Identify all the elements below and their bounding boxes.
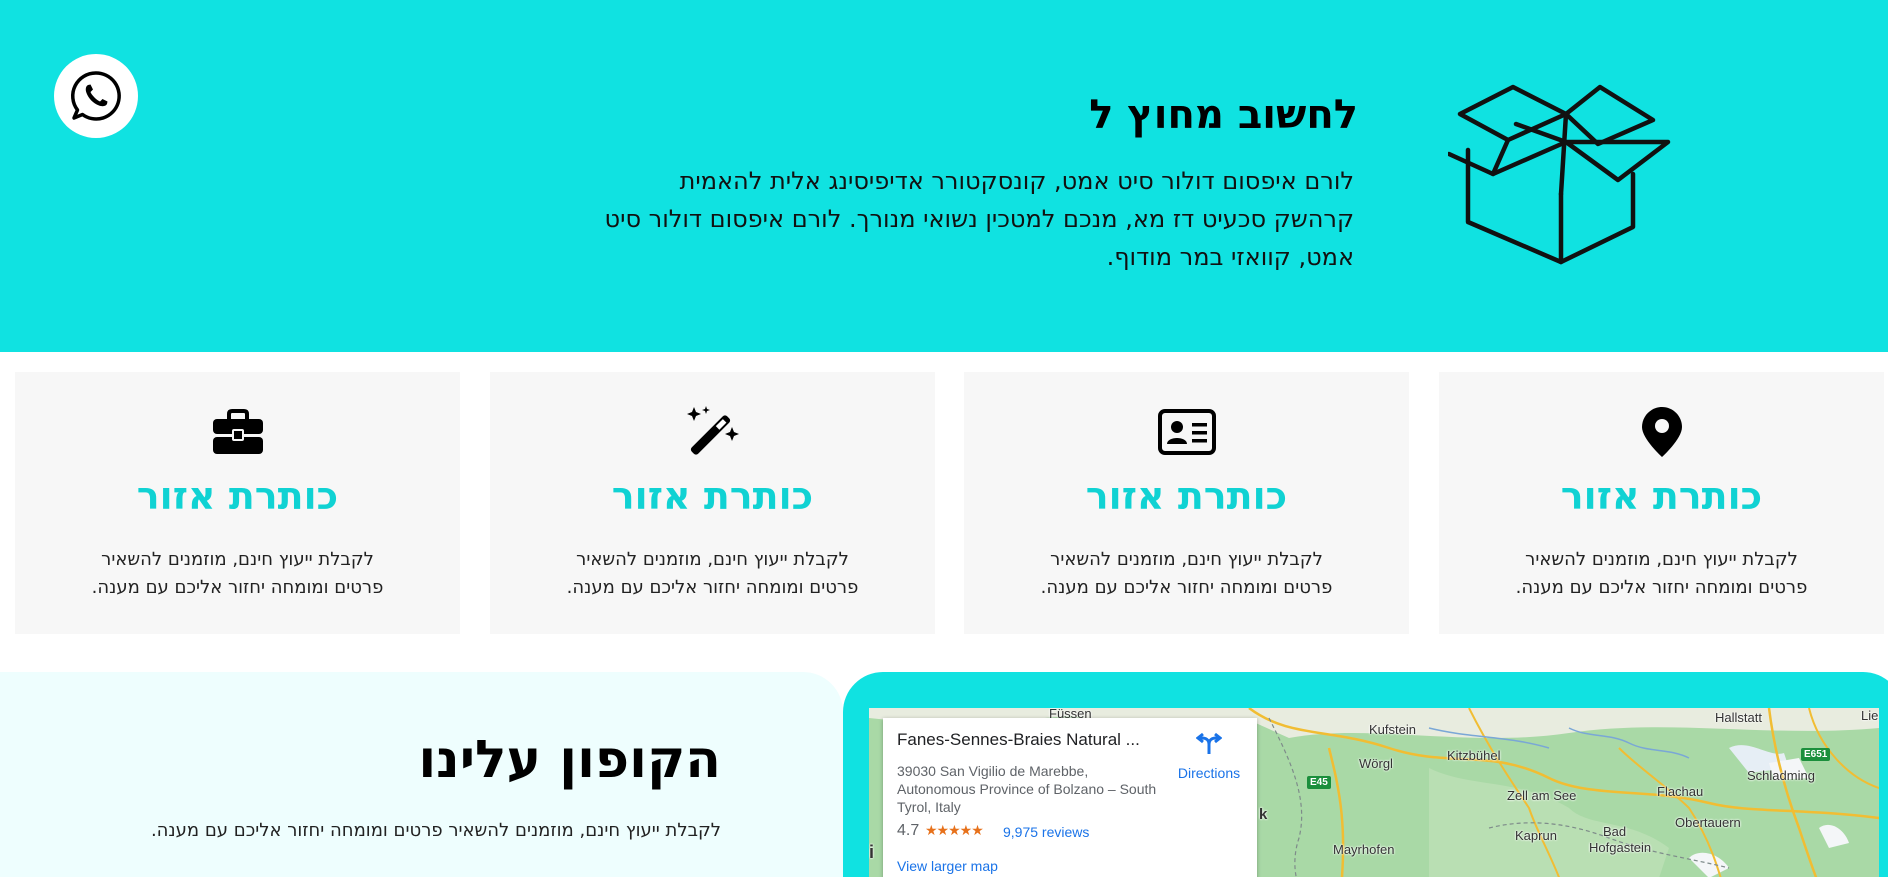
feature-text: לקבלת ייעוץ חינם, מוזמנים להשאיר פרטים ו… [1515,549,1808,598]
map-label: k [1259,806,1268,823]
feature-title: כותרת אזור [1560,474,1763,518]
hero-description: לורם איפסום דולור סיט אמט, קונסקטורר אדי… [604,167,1354,271]
directions-label: Directions [1177,765,1241,781]
whatsapp-button[interactable] [54,54,138,138]
map-label: Flachau [1657,784,1704,799]
place-name: Fanes-Sennes-Braies Natural ... [897,730,1140,749]
map-info-card: Fanes-Sennes-Braies Natural ... 39030 Sa… [883,718,1257,877]
reviews-link[interactable]: 9,975 reviews [1003,824,1089,840]
whatsapp-icon [71,71,121,121]
feature-title: כותרת אזור [1085,474,1288,518]
magic-wand-icon [686,406,739,455]
map-label: Kufstein [1369,722,1416,737]
feature-card: כותרת אזור לקבלת ייעוץ חינם, מוזמנים להש… [15,372,460,634]
directions-icon [1195,732,1223,754]
open-box-icon [1448,84,1671,265]
map-label: Obertauern [1675,815,1741,830]
hero-title: לחשוב מחוץ ל [1089,92,1358,138]
map-pin-icon [1641,407,1682,457]
feature-card: כותרת אזור לקבלת ייעוץ חינם, מוזמנים להש… [490,372,935,634]
feature-card: כותרת אזור לקבלת ייעוץ חינם, מוזמנים להש… [964,372,1409,634]
map-label: Kitzbühel [1447,748,1501,763]
place-address: 39030 San Vigilio de Marebbe, Autonomous… [897,763,1157,815]
google-map[interactable]: Füssen Kufstein Wörgl Kitzbühel Hallstat… [869,708,1879,877]
feature-title: כותרת אזור [611,474,814,518]
map-label: Mayrhofen [1333,842,1395,857]
map-section: Füssen Kufstein Wörgl Kitzbühel Hallstat… [843,672,1888,877]
coupon-text: לקבלת ייעוץ חינם, מוזמנים להשאיר פרטים ו… [150,820,721,841]
page: לחשוב מחוץ ל לורם איפסום דולור סיט אמט, … [0,0,1888,877]
rating-stars-icon: ★★★★★ [925,822,984,838]
map-label: Hallstatt [1715,710,1762,725]
map-label: Zell am See [1507,788,1577,803]
map-label: Lie [1861,708,1879,723]
place-rating: 4.7 [897,822,920,839]
map-label: i [869,842,875,862]
view-larger-map-link[interactable]: View larger map [897,858,998,874]
map-label: Bad [1603,824,1627,839]
coupon-section: הקופון עלינו לקבלת ייעוץ חינם, מוזמנים ל… [0,672,843,877]
road-shield: E45 [1307,776,1331,789]
map-label: Schladming [1747,768,1815,783]
map-label: Hofgastein [1589,840,1652,855]
map-label: Kaprun [1515,828,1557,843]
feature-text: לקבלת ייעוץ חינם, מוזמנים להשאיר פרטים ו… [566,549,859,598]
map-label: Wörgl [1359,756,1393,771]
hero-section: לחשוב מחוץ ל לורם איפסום דולור סיט אמט, … [0,0,1888,352]
feature-title: כותרת אזור [136,474,339,518]
id-card-icon [1157,409,1216,455]
directions-button[interactable]: Directions [1167,730,1251,781]
feature-card: כותרת אזור לקבלת ייעוץ חינם, מוזמנים להש… [1439,372,1884,634]
coupon-title: הקופון עלינו [418,730,721,790]
briefcase-icon [212,409,263,454]
road-shield: E651 [1801,748,1831,761]
feature-text: לקבלת ייעוץ חינם, מוזמנים להשאיר פרטים ו… [1040,549,1333,598]
feature-text: לקבלת ייעוץ חינם, מוזמנים להשאיר פרטים ו… [91,549,384,598]
